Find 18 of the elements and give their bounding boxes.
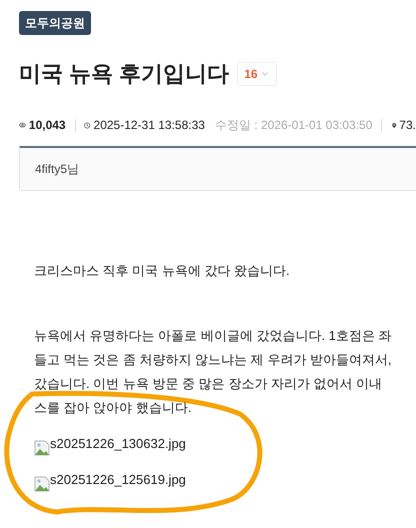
image-alt-text: s20251226_130632.jpg — [50, 435, 186, 453]
broken-image-icon — [34, 440, 50, 456]
view-count: 10,043 — [28, 117, 66, 134]
broken-image-icon — [34, 476, 50, 492]
map-pin-icon — [390, 120, 398, 130]
author-name[interactable]: 4fifty5님 — [35, 162, 80, 176]
clock-icon — [84, 120, 91, 130]
image-alt-text: s20251226_125619.jpg — [50, 471, 186, 489]
posted-date: 2025-12-31 13:58:33 — [94, 117, 205, 134]
body-text-line: 스를 잡아 앉아야 했습니다. — [34, 399, 192, 417]
edited-date: 수정일 : 2026-01-01 03:03:50 — [214, 117, 372, 134]
body-text-line: 갔습니다. 이번 뉴욕 방문 중 많은 장소가 자리가 없어서 이내 — [34, 375, 382, 393]
category-badge[interactable]: 모두의공원 — [19, 11, 91, 35]
ip-address: 73. — [399, 117, 416, 134]
body-text-line: 뉴욕에서 유명하다는 아폴로 베이글에 갔었습니다. 1호점은 좌 — [34, 327, 392, 345]
post-title: 미국 뉴욕 후기입니다 — [19, 60, 230, 88]
body-text-line: 들고 먹는 것은 좀 처량하지 않느냐는 제 우려가 받아들여져서, — [34, 351, 392, 369]
body-text-line: 크리스마스 직후 미국 뉴욕에 갔다 왔습니다. — [34, 262, 290, 280]
